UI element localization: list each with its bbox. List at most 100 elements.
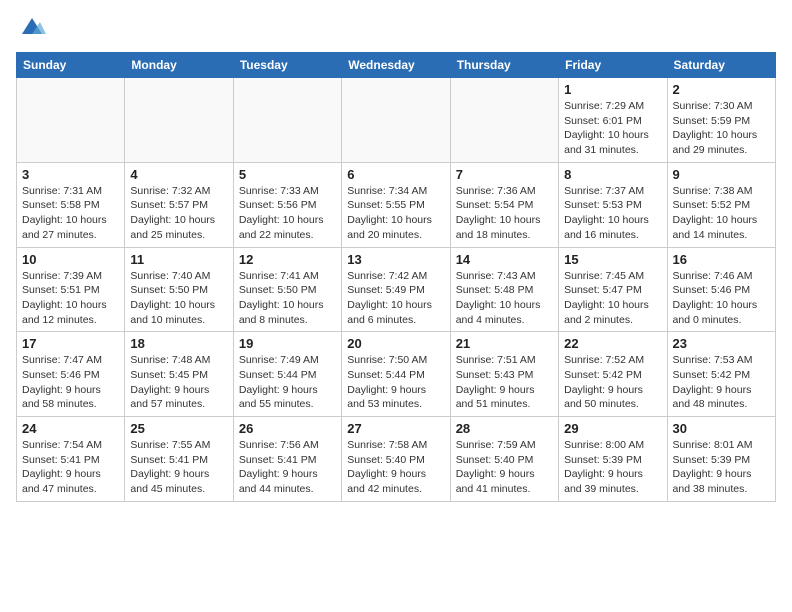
weekday-header: Monday — [125, 53, 233, 78]
day-info: Sunrise: 8:01 AMSunset: 5:39 PMDaylight:… — [673, 438, 770, 497]
calendar-cell: 11 Sunrise: 7:40 AMSunset: 5:50 PMDayligh… — [125, 247, 233, 332]
day-info: Sunrise: 7:39 AMSunset: 5:51 PMDaylight:… — [22, 269, 119, 328]
day-info: Sunrise: 7:56 AMSunset: 5:41 PMDaylight:… — [239, 438, 336, 497]
day-info: Sunrise: 7:58 AMSunset: 5:40 PMDaylight:… — [347, 438, 444, 497]
day-info: Sunrise: 7:53 AMSunset: 5:42 PMDaylight:… — [673, 353, 770, 412]
calendar-cell: 16 Sunrise: 7:46 AMSunset: 5:46 PMDayligh… — [667, 247, 775, 332]
logo-icon — [18, 12, 46, 40]
day-number: 5 — [239, 167, 336, 182]
week-row: 1Sunrise: 7:29 AMSunset: 6:01 PMDaylight… — [17, 78, 776, 163]
calendar-cell: 9 Sunrise: 7:38 AMSunset: 5:52 PMDaylight… — [667, 162, 775, 247]
calendar-cell: 12 Sunrise: 7:41 AMSunset: 5:50 PMDayligh… — [233, 247, 341, 332]
day-info: Sunrise: 7:54 AMSunset: 5:41 PMDaylight:… — [22, 438, 119, 497]
calendar: SundayMondayTuesdayWednesdayThursdayFrid… — [16, 52, 776, 502]
calendar-cell: 3 Sunrise: 7:31 AMSunset: 5:58 PMDaylight… — [17, 162, 125, 247]
day-info: Sunrise: 7:52 AMSunset: 5:42 PMDaylight:… — [564, 353, 661, 412]
calendar-cell — [125, 78, 233, 163]
calendar-cell: 7 Sunrise: 7:36 AMSunset: 5:54 PMDaylight… — [450, 162, 558, 247]
calendar-cell: 29 Sunrise: 8:00 AMSunset: 5:39 PMDayligh… — [559, 417, 667, 502]
calendar-cell: 28Sunrise: 7:59 AMSunset: 5:40 PMDayligh… — [450, 417, 558, 502]
day-number: 16 — [673, 252, 770, 267]
calendar-cell: 25 Sunrise: 7:55 AMSunset: 5:41 PMDayligh… — [125, 417, 233, 502]
day-number: 4 — [130, 167, 227, 182]
day-info: Sunrise: 7:40 AMSunset: 5:50 PMDaylight:… — [130, 269, 227, 328]
day-number: 24 — [22, 421, 119, 436]
day-info: Sunrise: 7:37 AMSunset: 5:53 PMDaylight:… — [564, 184, 661, 243]
day-number: 7 — [456, 167, 553, 182]
weekday-header: Wednesday — [342, 53, 450, 78]
calendar-cell: 20 Sunrise: 7:50 AMSunset: 5:44 PMDayligh… — [342, 332, 450, 417]
day-number: 25 — [130, 421, 227, 436]
day-info: Sunrise: 7:30 AMSunset: 5:59 PMDaylight:… — [673, 99, 770, 158]
day-number: 6 — [347, 167, 444, 182]
day-number: 15 — [564, 252, 661, 267]
calendar-cell: 26 Sunrise: 7:56 AMSunset: 5:41 PMDayligh… — [233, 417, 341, 502]
calendar-cell: 23Sunrise: 7:53 AMSunset: 5:42 PMDayligh… — [667, 332, 775, 417]
day-info: Sunrise: 7:49 AMSunset: 5:44 PMDaylight:… — [239, 353, 336, 412]
day-number: 17 — [22, 336, 119, 351]
day-number: 13 — [347, 252, 444, 267]
day-info: Sunrise: 7:46 AMSunset: 5:46 PMDaylight:… — [673, 269, 770, 328]
calendar-cell — [342, 78, 450, 163]
day-number: 21 — [456, 336, 553, 351]
day-info: Sunrise: 7:50 AMSunset: 5:44 PMDaylight:… — [347, 353, 444, 412]
day-number: 14 — [456, 252, 553, 267]
day-number: 12 — [239, 252, 336, 267]
day-info: Sunrise: 7:51 AMSunset: 5:43 PMDaylight:… — [456, 353, 553, 412]
calendar-cell: 21 Sunrise: 7:51 AMSunset: 5:43 PMDayligh… — [450, 332, 558, 417]
day-number: 18 — [130, 336, 227, 351]
day-info: Sunrise: 7:43 AMSunset: 5:48 PMDaylight:… — [456, 269, 553, 328]
weekday-header: Sunday — [17, 53, 125, 78]
day-number: 11 — [130, 252, 227, 267]
logo — [16, 16, 46, 40]
weekday-header: Friday — [559, 53, 667, 78]
calendar-cell: 4 Sunrise: 7:32 AMSunset: 5:57 PMDaylight… — [125, 162, 233, 247]
day-info: Sunrise: 7:29 AMSunset: 6:01 PMDaylight:… — [564, 99, 661, 158]
calendar-cell: 17Sunrise: 7:47 AMSunset: 5:46 PMDayligh… — [17, 332, 125, 417]
weekday-header-row: SundayMondayTuesdayWednesdayThursdayFrid… — [17, 53, 776, 78]
day-number: 9 — [673, 167, 770, 182]
day-info: Sunrise: 7:31 AMSunset: 5:58 PMDaylight:… — [22, 184, 119, 243]
calendar-cell: 27 Sunrise: 7:58 AMSunset: 5:40 PMDayligh… — [342, 417, 450, 502]
day-info: Sunrise: 7:38 AMSunset: 5:52 PMDaylight:… — [673, 184, 770, 243]
calendar-cell — [17, 78, 125, 163]
week-row: 3 Sunrise: 7:31 AMSunset: 5:58 PMDaylight… — [17, 162, 776, 247]
day-number: 29 — [564, 421, 661, 436]
calendar-cell: 1Sunrise: 7:29 AMSunset: 6:01 PMDaylight… — [559, 78, 667, 163]
day-number: 20 — [347, 336, 444, 351]
day-number: 3 — [22, 167, 119, 182]
weekday-header: Thursday — [450, 53, 558, 78]
calendar-cell: 19 Sunrise: 7:49 AMSunset: 5:44 PMDayligh… — [233, 332, 341, 417]
calendar-cell: 5Sunrise: 7:33 AMSunset: 5:56 PMDaylight… — [233, 162, 341, 247]
calendar-cell: 6 Sunrise: 7:34 AMSunset: 5:55 PMDaylight… — [342, 162, 450, 247]
day-number: 30 — [673, 421, 770, 436]
day-number: 27 — [347, 421, 444, 436]
calendar-cell: 15 Sunrise: 7:45 AMSunset: 5:47 PMDayligh… — [559, 247, 667, 332]
day-number: 2 — [673, 82, 770, 97]
calendar-cell: 24 Sunrise: 7:54 AMSunset: 5:41 PMDayligh… — [17, 417, 125, 502]
calendar-cell: 30 Sunrise: 8:01 AMSunset: 5:39 PMDayligh… — [667, 417, 775, 502]
day-number: 26 — [239, 421, 336, 436]
day-info: Sunrise: 7:45 AMSunset: 5:47 PMDaylight:… — [564, 269, 661, 328]
week-row: 10 Sunrise: 7:39 AMSunset: 5:51 PMDayligh… — [17, 247, 776, 332]
day-info: Sunrise: 7:41 AMSunset: 5:50 PMDaylight:… — [239, 269, 336, 328]
day-number: 10 — [22, 252, 119, 267]
calendar-cell: 2 Sunrise: 7:30 AMSunset: 5:59 PMDaylight… — [667, 78, 775, 163]
day-info: Sunrise: 7:55 AMSunset: 5:41 PMDaylight:… — [130, 438, 227, 497]
day-number: 8 — [564, 167, 661, 182]
page-header — [16, 16, 776, 40]
day-info: Sunrise: 7:42 AMSunset: 5:49 PMDaylight:… — [347, 269, 444, 328]
day-number: 19 — [239, 336, 336, 351]
week-row: 24 Sunrise: 7:54 AMSunset: 5:41 PMDayligh… — [17, 417, 776, 502]
day-info: Sunrise: 7:32 AMSunset: 5:57 PMDaylight:… — [130, 184, 227, 243]
day-number: 28 — [456, 421, 553, 436]
calendar-cell: 18 Sunrise: 7:48 AMSunset: 5:45 PMDayligh… — [125, 332, 233, 417]
weekday-header: Tuesday — [233, 53, 341, 78]
calendar-cell: 10 Sunrise: 7:39 AMSunset: 5:51 PMDayligh… — [17, 247, 125, 332]
day-info: Sunrise: 8:00 AMSunset: 5:39 PMDaylight:… — [564, 438, 661, 497]
calendar-cell: 8 Sunrise: 7:37 AMSunset: 5:53 PMDaylight… — [559, 162, 667, 247]
day-info: Sunrise: 7:36 AMSunset: 5:54 PMDaylight:… — [456, 184, 553, 243]
calendar-cell: 14 Sunrise: 7:43 AMSunset: 5:48 PMDayligh… — [450, 247, 558, 332]
day-info: Sunrise: 7:48 AMSunset: 5:45 PMDaylight:… — [130, 353, 227, 412]
day-info: Sunrise: 7:34 AMSunset: 5:55 PMDaylight:… — [347, 184, 444, 243]
